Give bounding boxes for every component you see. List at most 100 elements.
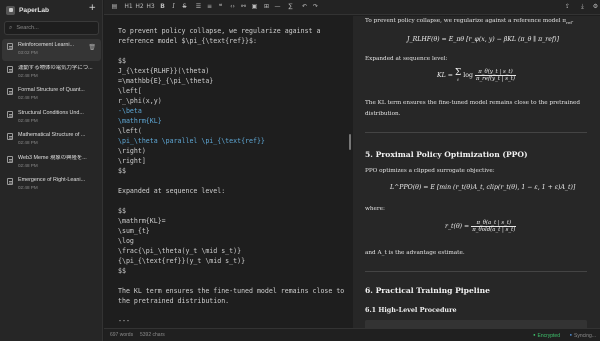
- document-title: Emergence of Right-Leani...: [18, 177, 86, 183]
- editor-line[interactable]: $$: [118, 266, 346, 276]
- link-icon[interactable]: ⚯: [239, 3, 248, 11]
- document-item[interactable]: Emergence of Right-Leani... 02:48 PM: [2, 174, 101, 196]
- editor-line[interactable]: \frac{\pi_\theta(y_t \mid s_t)}: [118, 246, 346, 256]
- editor-line[interactable]: To prevent policy collapse, we regulariz…: [118, 26, 346, 36]
- editor-line[interactable]: $$: [118, 206, 346, 216]
- editor-content[interactable]: To prevent policy collapse, we regulariz…: [118, 16, 346, 326]
- divider-icon[interactable]: —: [273, 3, 282, 11]
- eq-text: KL =: [437, 72, 453, 79]
- editor-line[interactable]: $$: [118, 166, 346, 176]
- sum-symbol: Σ t: [455, 69, 461, 82]
- document-item[interactable]: 運動する物体の電気力学につ... 02:48 PM: [2, 62, 101, 84]
- heading1-button[interactable]: H1: [124, 3, 133, 11]
- colon: .: [571, 18, 574, 24]
- brand: PaperLab: [6, 4, 49, 16]
- document-time: 02:48 PM: [18, 162, 38, 168]
- image-icon[interactable]: ▣: [250, 3, 259, 11]
- editor-line[interactable]: ---: [118, 316, 346, 326]
- editor-line[interactable]: {\pi_{\text{ref}}(y_t \mid s_t)}: [118, 256, 346, 266]
- code-icon[interactable]: ‹›: [228, 3, 237, 11]
- editor-line[interactable]: [118, 176, 346, 186]
- document-item[interactable]: Structural Conditions Und... 02:48 PM: [2, 107, 101, 129]
- editor-line[interactable]: \right]: [118, 156, 346, 166]
- kl-equation: KL = Σ t log π_θ(y_t | s_t) π_ref(y_t | …: [437, 69, 516, 82]
- numerator: π_θ(y_t | s_t): [474, 69, 516, 76]
- editor-line[interactable]: the pretrained distribution.: [118, 296, 346, 306]
- denominator: π_ref(y_t | s_t): [475, 76, 515, 82]
- document-icon: [7, 65, 13, 73]
- code-block: [365, 320, 587, 328]
- sigma-sub: t: [457, 77, 459, 82]
- editor-line[interactable]: Expanded at sequence level:: [118, 186, 346, 196]
- search-box[interactable]: ⌕: [4, 21, 99, 35]
- document-title: Mathematical Structure of ...: [18, 132, 86, 138]
- new-document-button[interactable]: +: [88, 3, 96, 13]
- preview-paragraph: PPO optimizes a clipped surrogate object…: [365, 168, 495, 174]
- search-icon: ⌕: [9, 24, 13, 31]
- document-title: Web3 Meme 現象の興隆を...: [18, 154, 87, 161]
- editor-scrollbar[interactable]: [349, 134, 351, 150]
- export-icon[interactable]: ⇪: [563, 3, 572, 11]
- editor-line[interactable]: [118, 196, 346, 206]
- download-icon[interactable]: ⤓: [578, 3, 587, 11]
- document-item[interactable]: Reinforcement Learni... 03:02 PM 🗑: [2, 39, 101, 61]
- sidebar-toggle-icon[interactable]: ▤: [110, 3, 119, 11]
- search-input[interactable]: [16, 25, 87, 31]
- heading3-button[interactable]: H3: [146, 3, 155, 11]
- editor-line[interactable]: =\mathbb{E}_{\pi_\theta}: [118, 76, 346, 86]
- bullet-list-icon[interactable]: ☰: [194, 3, 203, 11]
- document-title: Reinforcement Learni...: [18, 42, 75, 48]
- document-icon: [7, 133, 13, 140]
- editor-line[interactable]: \left(: [118, 126, 346, 136]
- editor-line[interactable]: [118, 276, 346, 286]
- document-item[interactable]: Web3 Meme 現象の興隆を... 02:48 PM: [2, 152, 101, 174]
- editor-line[interactable]: \mathrm{KL}: [118, 116, 346, 126]
- formatting-toolbar: ▤ H1 H2 H3 B I S ☰ ≡ ❝ ‹› ⚯ ▣ ⊞ — ∑ ↶ ↷ ⇪ ⤓ ⚙: [104, 0, 600, 15]
- document-icon: [7, 155, 13, 163]
- app-window: PaperLab + ⌕ Reinforcement Learni... 03:0…: [0, 0, 600, 341]
- editor-line[interactable]: [118, 16, 346, 26]
- math-icon[interactable]: ∑: [286, 3, 295, 11]
- editor-line[interactable]: [118, 306, 346, 316]
- preview-paragraph: where:: [365, 206, 385, 212]
- editor-line[interactable]: reference model $\pi_{\text{ref}}$:: [118, 36, 346, 46]
- editor-line[interactable]: r_\phi(x,y): [118, 96, 346, 106]
- editor-line[interactable]: [118, 46, 346, 56]
- editor-line[interactable]: \pi_\theta \parallel \pi_{\text{ref}}: [118, 136, 346, 146]
- heading-ppo: 5. Proximal Policy Optimization (PPO): [365, 150, 528, 159]
- preview-paragraph: distribution.: [365, 111, 401, 117]
- quote-icon[interactable]: ❝: [216, 3, 225, 11]
- editor-line[interactable]: J_{\text{RLHF}}(\theta): [118, 66, 346, 76]
- editor-line[interactable]: -\beta: [118, 106, 346, 116]
- document-title: 運動する物体の電気力学につ...: [18, 64, 93, 71]
- preview-pane: To prevent policy collapse, we regulariz…: [353, 16, 600, 328]
- strikethrough-button[interactable]: S: [180, 3, 189, 11]
- rlhf-equation: J_RLHF(θ) = E_πθ [r_φ(x, y) − βKL (π_θ ∥…: [407, 36, 559, 43]
- trash-icon[interactable]: 🗑: [88, 44, 96, 51]
- editor-line[interactable]: $$: [118, 56, 346, 66]
- markdown-editor[interactable]: To prevent policy collapse, we regulariz…: [104, 16, 351, 328]
- editor-line[interactable]: \mathrm{KL}=: [118, 216, 346, 226]
- ppo-equation: L^PPO(θ) = E [min (r_t(θ)A_t, clip(r_t(θ…: [390, 184, 576, 191]
- status-bar: 697 words 5392 chars Encrypted Syncing..…: [104, 328, 600, 341]
- editor-line[interactable]: \log: [118, 236, 346, 246]
- document-item[interactable]: Formal Structure of Quant... 02:48 PM: [2, 84, 101, 106]
- table-icon[interactable]: ⊞: [262, 3, 271, 11]
- preview-paragraph: and A_t is the advantage estimate.: [365, 250, 465, 256]
- undo-icon[interactable]: ↶: [300, 3, 309, 11]
- bold-button[interactable]: B: [158, 3, 167, 11]
- editor-line[interactable]: \right): [118, 146, 346, 156]
- settings-icon[interactable]: ⚙: [591, 3, 600, 11]
- editor-line[interactable]: \sum_{t}: [118, 226, 346, 236]
- editor-line[interactable]: \left[: [118, 86, 346, 96]
- italic-button[interactable]: I: [169, 3, 178, 11]
- redo-icon[interactable]: ↷: [311, 3, 320, 11]
- document-list: Reinforcement Learni... 03:02 PM 🗑 運動する物体の電…: [2, 39, 101, 197]
- editor-line[interactable]: The KL term ensures the fine-tuned model…: [118, 286, 346, 296]
- heading2-button[interactable]: H2: [135, 3, 144, 11]
- numbered-list-icon[interactable]: ≡: [205, 3, 214, 11]
- sync-status: Syncing...: [570, 332, 596, 339]
- document-item[interactable]: Mathematical Structure of ... 02:48 PM: [2, 129, 101, 151]
- encrypted-status: Encrypted: [533, 332, 560, 339]
- paragraph-text: To prevent policy collapse, we regulariz…: [365, 18, 567, 24]
